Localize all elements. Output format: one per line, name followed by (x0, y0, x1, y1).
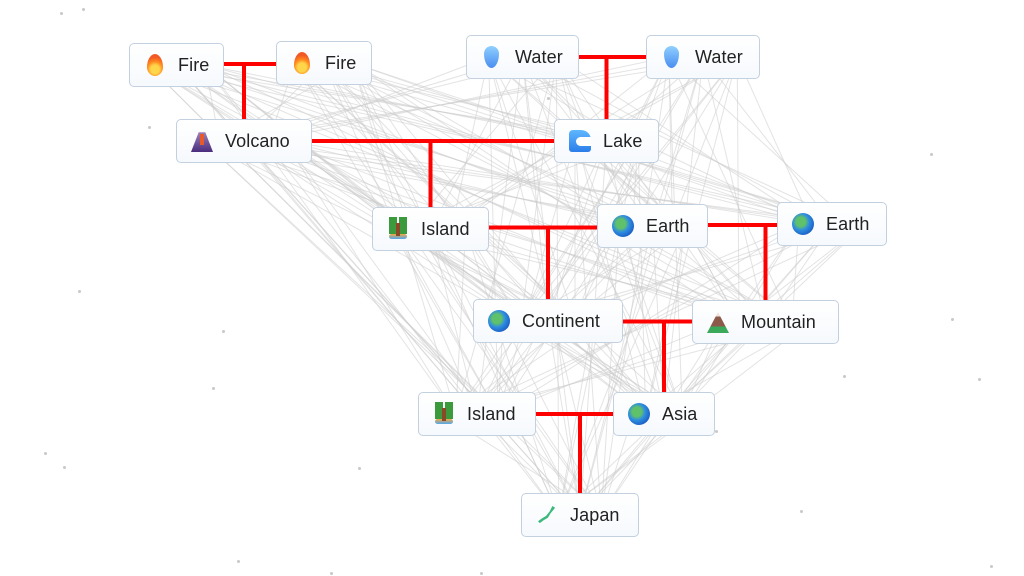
background-link (394, 228, 602, 516)
wave-icon (569, 130, 591, 152)
element-label: Earth (646, 215, 690, 236)
element-label: Island (467, 403, 516, 424)
globe-icon (792, 213, 814, 235)
japan-map-icon (536, 504, 558, 526)
element-island[interactable]: Island (418, 392, 536, 436)
element-label: Fire (325, 52, 357, 73)
element-label: Island (421, 218, 470, 239)
fire-icon (294, 52, 310, 74)
element-label: Continent (522, 310, 600, 331)
element-mountain[interactable]: Mountain (692, 300, 839, 344)
water-drop-icon (484, 46, 499, 68)
fire-icon (147, 54, 163, 76)
desert-island-icon (433, 403, 455, 425)
water-drop-icon (664, 46, 679, 68)
background-link (476, 140, 607, 415)
mountain-icon (707, 312, 729, 333)
element-label: Fire (178, 54, 210, 75)
desert-island-icon (387, 218, 409, 240)
element-label: Lake (603, 130, 643, 151)
element-asia[interactable]: Asia (613, 392, 715, 436)
background-link (522, 56, 766, 323)
element-label: Water (515, 46, 563, 67)
element-label: Asia (662, 403, 698, 424)
element-continent[interactable]: Continent (473, 299, 623, 343)
element-label: Volcano (225, 130, 290, 151)
element-label: Water (695, 46, 743, 67)
element-water[interactable]: Water (466, 35, 579, 79)
element-label: Japan (570, 504, 620, 525)
element-earth[interactable]: Earth (597, 204, 708, 248)
element-fire[interactable]: Fire (129, 43, 224, 87)
volcano-icon (191, 132, 213, 152)
globe-icon (488, 310, 510, 332)
element-water[interactable]: Water (646, 35, 760, 79)
element-fire[interactable]: Fire (276, 41, 372, 85)
element-lake[interactable]: Lake (554, 119, 659, 163)
element-label: Mountain (741, 311, 816, 332)
element-japan[interactable]: Japan (521, 493, 639, 537)
globe-icon (628, 403, 650, 425)
globe-icon (612, 215, 634, 237)
element-earth[interactable]: Earth (777, 202, 887, 246)
background-link (600, 223, 800, 516)
element-island[interactable]: Island (372, 207, 489, 251)
element-volcano[interactable]: Volcano (176, 119, 312, 163)
element-label: Earth (826, 213, 870, 234)
crafting-canvas[interactable]: Fire Fire Water Water Volcano Lake Islan… (0, 0, 1024, 576)
